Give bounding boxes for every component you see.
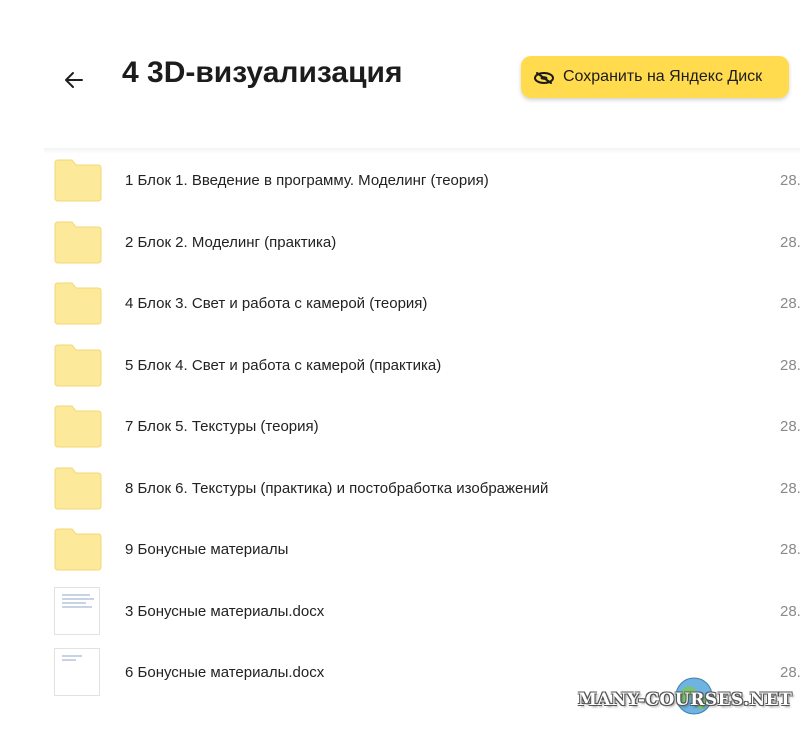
file-name: 9 Бонусные материалы	[125, 541, 289, 559]
page-header: 4 3D-визуализация Сохранить на Яндекс Ди…	[0, 0, 800, 154]
list-item-folder[interactable]: 1 Блок 1. Введение в программу. Моделинг…	[0, 150, 800, 212]
save-to-yandex-disk-button[interactable]: Сохранить на Яндекс Диск	[521, 56, 789, 98]
file-date: 28.	[780, 172, 800, 190]
list-item-folder[interactable]: 8 Блок 6. Текстуры (практика) и постобра…	[0, 458, 800, 520]
file-name: 1 Блок 1. Введение в программу. Моделинг…	[125, 172, 489, 190]
folder-icon	[54, 467, 102, 509]
arrow-left-icon	[65, 72, 83, 88]
list-item-folder[interactable]: 5 Блок 4. Свет и работа с камерой (практ…	[0, 335, 800, 397]
file-name: 7 Блок 5. Текстуры (теория)	[125, 418, 319, 436]
page-title: 4 3D-визуализация	[122, 56, 403, 89]
file-date: 28.	[780, 233, 800, 251]
folder-icon	[54, 282, 102, 325]
yandex-disk-icon	[533, 67, 557, 87]
list-item-folder[interactable]: 7 Блок 5. Текстуры (теория) 28.	[0, 396, 800, 458]
save-button-label: Сохранить на Яндекс Диск	[563, 68, 763, 85]
file-name: 5 Блок 4. Свет и работа с камерой (практ…	[125, 356, 442, 374]
file-date: 28.	[780, 602, 800, 620]
file-name: 4 Блок 3. Свет и работа с камерой (теори…	[125, 295, 428, 313]
list-item-document[interactable]: 3 Бонусные материалы.docx 28.	[0, 581, 800, 643]
document-thumbnail-icon	[54, 586, 100, 635]
file-name: 2 Блок 2. Моделинг (практика)	[125, 233, 337, 251]
folder-icon	[54, 221, 102, 263]
watermark-text: MANY-COURSES.NET	[578, 690, 793, 710]
file-date: 28.	[780, 295, 800, 313]
file-date: 28.	[780, 418, 800, 436]
file-name: 3 Бонусные материалы.docx	[125, 602, 325, 620]
list-item-folder[interactable]: 2 Блок 2. Моделинг (практика) 28.	[0, 212, 800, 274]
file-name: 6 Бонусные материалы.docx	[125, 664, 325, 682]
yandex-disk-public-folder-page: 4 3D-визуализация Сохранить на Яндекс Ди…	[0, 0, 800, 732]
folder-icon	[54, 344, 102, 386]
file-date: 28.	[780, 541, 800, 559]
list-item-folder[interactable]: 9 Бонусные материалы 28.	[0, 519, 800, 581]
file-list: 1 Блок 1. Введение в программу. Моделинг…	[0, 150, 800, 704]
back-button[interactable]	[56, 62, 92, 98]
file-name: 8 Блок 6. Текстуры (практика) и постобра…	[125, 479, 549, 497]
document-thumbnail-icon	[54, 648, 100, 696]
folder-icon	[54, 528, 102, 571]
folder-icon	[54, 405, 102, 448]
watermark: MANY-COURSES.NET	[578, 676, 800, 720]
file-date: 28.	[780, 479, 800, 497]
file-date: 28.	[780, 356, 800, 374]
folder-icon	[54, 159, 102, 202]
list-item-folder[interactable]: 4 Блок 3. Свет и работа с камерой (теори…	[0, 273, 800, 335]
